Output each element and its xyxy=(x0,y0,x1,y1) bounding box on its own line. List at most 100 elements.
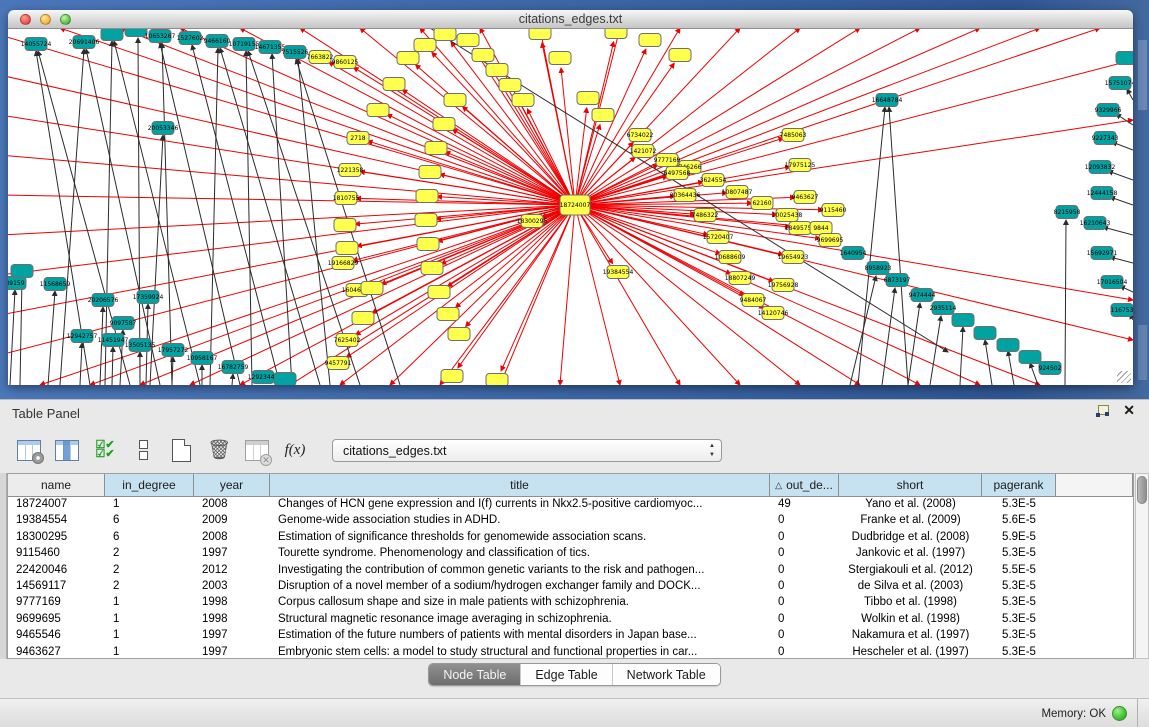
table-mode-button[interactable] xyxy=(12,434,46,466)
graph-node[interactable] xyxy=(444,94,466,107)
graph-hub-node[interactable]: 18724007 xyxy=(560,195,591,215)
graph-node[interactable] xyxy=(529,29,551,40)
graph-node[interactable] xyxy=(448,328,470,341)
network-canvas[interactable]: 1872400714055724206914061065326715276029… xyxy=(8,29,1133,385)
create-column-button[interactable] xyxy=(164,434,198,466)
graph-node[interactable] xyxy=(416,190,438,203)
graph-node[interactable]: 19654923 xyxy=(778,251,809,264)
graph-node[interactable]: 19384554 xyxy=(603,266,634,279)
graph-node[interactable]: 8215958 xyxy=(1054,206,1081,219)
table-scrollbar-thumb[interactable] xyxy=(1137,476,1147,504)
graph-node[interactable]: 39159 xyxy=(8,277,26,290)
graph-node[interactable]: 924502 xyxy=(1039,362,1062,375)
window-resize-grip[interactable] xyxy=(1117,371,1131,383)
graph-node[interactable]: 62160 xyxy=(751,197,773,210)
graph-node[interactable]: 9329966 xyxy=(1095,104,1122,117)
graph-node[interactable] xyxy=(486,64,508,77)
graph-node[interactable] xyxy=(417,238,439,251)
graph-node[interactable]: 19166829 xyxy=(328,257,359,270)
graph-node[interactable]: 18807249 xyxy=(725,272,756,285)
graph-node[interactable] xyxy=(11,265,33,278)
graph-node[interactable] xyxy=(457,34,479,47)
graph-node[interactable] xyxy=(421,262,443,275)
graph-node[interactable]: 10025438 xyxy=(772,209,803,222)
graph-node[interactable]: 10958167 xyxy=(187,352,218,365)
graph-node[interactable] xyxy=(974,327,996,340)
column-header-short[interactable]: short xyxy=(839,474,982,496)
graph-node[interactable]: 9457791 xyxy=(325,357,352,370)
graph-node[interactable]: 14120746 xyxy=(758,307,789,320)
table-row[interactable]: 969969511998Structural magnetic resonanc… xyxy=(8,612,1133,628)
graph-node[interactable] xyxy=(486,374,508,386)
table-row[interactable]: 1830029562008Estimation of significance … xyxy=(8,530,1133,546)
graph-node[interactable] xyxy=(415,214,437,227)
graph-node[interactable]: 20206576 xyxy=(88,294,119,307)
column-header-name[interactable]: name xyxy=(8,474,105,496)
tab-network-table[interactable]: Network Table xyxy=(613,664,720,685)
table-row[interactable]: 946554611997Estimation of the future num… xyxy=(8,628,1133,644)
graph-node[interactable]: 8958923 xyxy=(865,262,892,275)
table-row[interactable]: 1872400712008Changes of HCN gene express… xyxy=(8,497,1133,513)
graph-node[interactable]: 15720407 xyxy=(703,231,734,244)
graph-node[interactable]: 9097587 xyxy=(110,317,137,330)
close-panel-icon[interactable]: ✕ xyxy=(1123,404,1135,417)
graph-node[interactable]: 19756928 xyxy=(768,279,799,292)
graph-node[interactable]: 9777169 xyxy=(654,154,681,167)
table-row[interactable]: 1456911722003Disruption of a novel membe… xyxy=(8,579,1133,595)
graph-node[interactable] xyxy=(125,29,147,37)
graph-node[interactable] xyxy=(1019,351,1041,364)
window-titlebar[interactable]: citations_edges.txt xyxy=(8,10,1133,29)
graph-node[interactable] xyxy=(605,29,627,39)
column-header-in-degree[interactable]: in_degree xyxy=(105,474,194,496)
graph-node[interactable] xyxy=(639,34,661,47)
tab-node-table[interactable]: Node Table xyxy=(429,664,521,685)
graph-node[interactable]: 6497568 xyxy=(664,167,691,180)
graph-node[interactable]: 16782759 xyxy=(218,361,249,374)
citation-network-graph[interactable]: 1872400714055724206914061065326715276029… xyxy=(8,29,1133,385)
graph-node[interactable]: 17975125 xyxy=(785,159,816,172)
tab-edge-table[interactable]: Edge Table xyxy=(521,664,612,685)
graph-node[interactable]: 3624554 xyxy=(700,174,727,187)
graph-node[interactable]: 9115460 xyxy=(820,204,847,217)
unselect-all-columns-button[interactable] xyxy=(126,434,160,466)
table-row[interactable]: 2242004622012Investigating the contribut… xyxy=(8,563,1133,579)
column-header-pagerank[interactable]: pagerank xyxy=(982,474,1056,496)
graph-node[interactable]: 14055724 xyxy=(21,38,52,51)
table-selector-dropdown[interactable]: citations_edges.txt ▲▼ xyxy=(332,439,722,462)
graph-node[interactable]: 15692971 xyxy=(1087,247,1118,260)
table-row[interactable]: 977716911998Corpus callosum shape and si… xyxy=(8,595,1133,611)
graph-node[interactable]: 13505135 xyxy=(125,339,156,352)
select-all-columns-button[interactable]: ☑✔☑✔ xyxy=(88,434,122,466)
graph-node[interactable] xyxy=(499,79,521,92)
graph-node[interactable]: 16210643 xyxy=(1080,217,1111,230)
graph-node[interactable] xyxy=(577,92,599,105)
graph-node[interactable]: 1640954 xyxy=(840,247,867,260)
graph-node[interactable]: 20053346 xyxy=(148,122,179,135)
graph-node[interactable]: 17016504 xyxy=(1097,276,1128,289)
graph-node[interactable]: 18300295 xyxy=(517,215,548,228)
graph-node[interactable] xyxy=(334,219,356,232)
graph-node[interactable]: 7663822 xyxy=(307,51,334,64)
graph-node[interactable]: 17957272 xyxy=(158,344,189,357)
graph-node[interactable] xyxy=(101,29,123,41)
graph-node[interactable] xyxy=(592,109,614,122)
graph-node[interactable] xyxy=(397,52,419,65)
graph-node[interactable] xyxy=(433,118,455,131)
graph-node[interactable]: 9227343 xyxy=(1092,132,1119,145)
graph-node[interactable] xyxy=(361,282,383,295)
graph-node[interactable]: 6734022 xyxy=(627,129,654,142)
graph-node[interactable] xyxy=(419,166,441,179)
graph-node[interactable]: 7625402 xyxy=(334,334,361,347)
graph-node[interactable] xyxy=(367,104,389,117)
graph-node[interactable]: 20364436 xyxy=(670,189,701,202)
graph-node[interactable]: 17359924 xyxy=(133,291,164,304)
graph-node[interactable]: 9466160 xyxy=(204,35,231,48)
graph-node[interactable]: 12093832 xyxy=(1085,161,1116,174)
graph-node[interactable]: 20691406 xyxy=(69,36,100,49)
graph-node[interactable]: 9474444 xyxy=(909,289,936,302)
graph-node[interactable] xyxy=(414,39,436,52)
graph-node[interactable]: 12444158 xyxy=(1087,187,1118,200)
graph-node[interactable]: 7515526 xyxy=(282,46,309,59)
graph-node[interactable] xyxy=(549,52,571,65)
graph-node[interactable]: 15751074 xyxy=(1105,77,1133,90)
